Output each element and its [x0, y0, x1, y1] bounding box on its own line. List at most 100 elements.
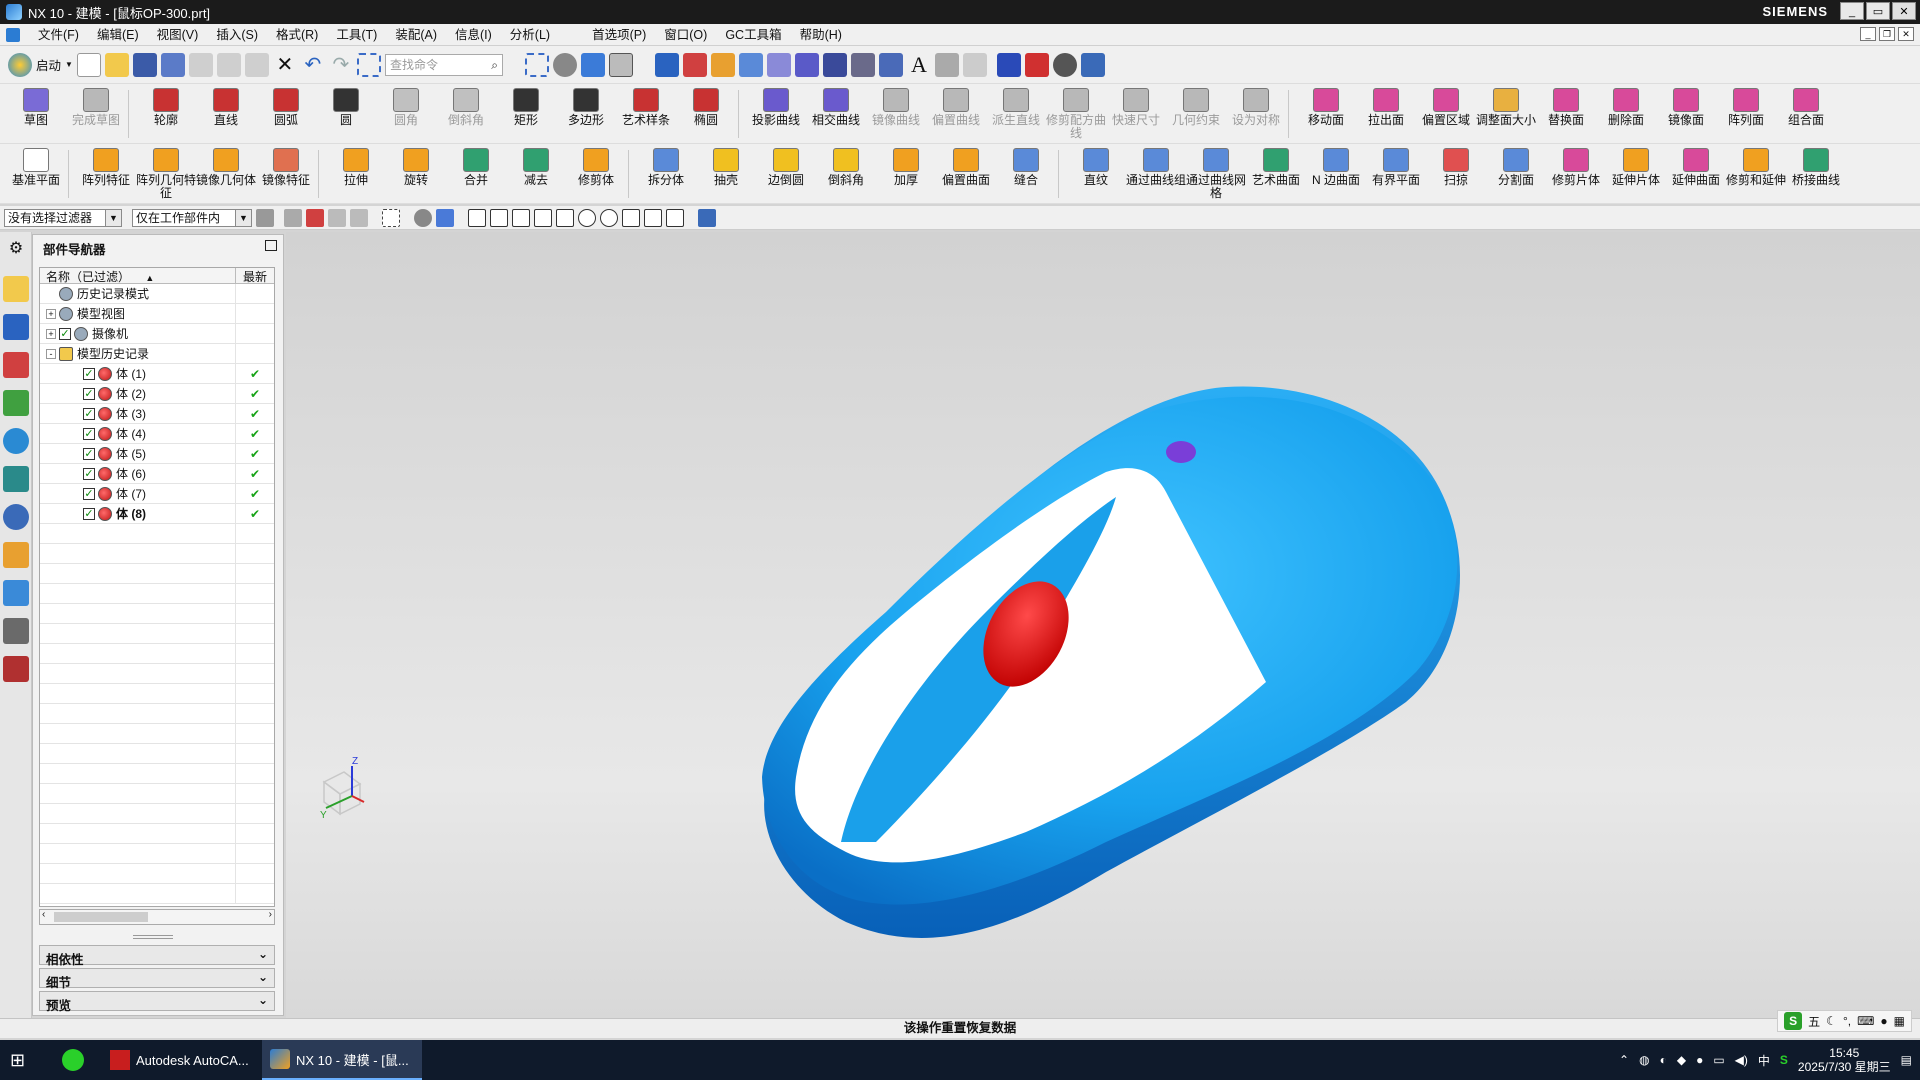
- select-visible-icon[interactable]: [414, 208, 432, 227]
- language-indicator[interactable]: 中: [1758, 1052, 1770, 1069]
- start-button[interactable]: 启动 ▼: [8, 52, 73, 77]
- history-icon[interactable]: [3, 504, 29, 530]
- ribbon-button-12[interactable]: 投影曲线: [746, 86, 806, 142]
- ribbon-button-26[interactable]: 延伸片体: [1606, 146, 1666, 202]
- tree-row[interactable]: 历史记录模式: [40, 283, 274, 304]
- rectangle-select-icon[interactable]: [382, 208, 400, 227]
- tree-row[interactable]: ✓ 体 (4) ✔: [40, 423, 274, 444]
- menu-help[interactable]: 帮助(H): [791, 24, 851, 46]
- ribbon-button-0[interactable]: 基准平面: [6, 146, 66, 202]
- visibility-checkbox[interactable]: ✓: [83, 487, 95, 500]
- tube-icon[interactable]: [878, 52, 903, 77]
- save-icon[interactable]: [132, 52, 157, 77]
- system-materials-icon[interactable]: [3, 542, 29, 568]
- visibility-checkbox[interactable]: ✓: [83, 447, 95, 460]
- ribbon-button-2[interactable]: 阵列几何特征: [136, 146, 196, 202]
- measure-icon[interactable]: [738, 52, 763, 77]
- redo-icon[interactable]: ↷: [329, 53, 353, 77]
- roles-icon[interactable]: [3, 580, 29, 606]
- ribbon-button-8[interactable]: 减去: [506, 146, 566, 202]
- ribbon-button-4[interactable]: 镜像特征: [256, 146, 316, 202]
- ribbon-button-25[interactable]: 修剪片体: [1546, 146, 1606, 202]
- column-latest-header[interactable]: 最新: [236, 268, 274, 284]
- ribbon-button-5[interactable]: 圆: [316, 86, 376, 142]
- ribbon-button-28[interactable]: 修剪和延伸: [1726, 146, 1786, 202]
- menu-gc-toolkit[interactable]: GC工具箱: [716, 24, 790, 46]
- draft-analysis-icon[interactable]: [996, 52, 1021, 77]
- select-curve-icon[interactable]: [306, 208, 324, 227]
- ribbon-button-4[interactable]: 圆弧: [256, 86, 316, 142]
- snap-settings-icon[interactable]: [698, 208, 716, 227]
- ribbon-button-24[interactable]: 分割面: [1486, 146, 1546, 202]
- snap-quadrant-icon[interactable]: [600, 208, 618, 227]
- selection-scope-select[interactable]: 仅在工作部件内 ▼: [132, 208, 252, 227]
- snap-on-curve-icon[interactable]: [644, 208, 662, 227]
- save-as-icon[interactable]: [160, 52, 185, 77]
- splitter-handle[interactable]: [133, 935, 173, 939]
- layer-icon[interactable]: [710, 52, 735, 77]
- ribbon-button-7[interactable]: 合并: [446, 146, 506, 202]
- ribbon-button-9[interactable]: 多边形: [556, 86, 616, 142]
- ribbon-button-16[interactable]: 派生直线: [986, 86, 1046, 142]
- ribbon-button-10[interactable]: 拆分体: [636, 146, 696, 202]
- visibility-checkbox[interactable]: ✓: [83, 467, 95, 480]
- ribbon-button-23[interactable]: 偏置区域: [1416, 86, 1476, 142]
- visibility-checkbox[interactable]: ✓: [83, 387, 95, 400]
- tree-horizontal-scrollbar[interactable]: ‹ ›: [39, 909, 275, 925]
- ribbon-button-0[interactable]: 草图: [6, 86, 66, 142]
- punctuation-icon[interactable]: °,: [1843, 1014, 1851, 1028]
- visibility-checkbox[interactable]: ✓: [83, 407, 95, 420]
- ribbon-button-27[interactable]: 镜像面: [1656, 86, 1716, 142]
- ribbon-button-24[interactable]: 调整面大小: [1476, 86, 1536, 142]
- grid-icon[interactable]: ▦: [1894, 1014, 1905, 1028]
- ribbon-button-22[interactable]: 拉出面: [1356, 86, 1416, 142]
- column-name-header[interactable]: 名称（已过滤） ▲: [40, 268, 236, 284]
- table-icon[interactable]: [934, 52, 959, 77]
- ribbon-button-26[interactable]: 删除面: [1596, 86, 1656, 142]
- ribbon-button-29[interactable]: 桥接曲线: [1786, 146, 1846, 202]
- ribbon-button-20[interactable]: 设为对称: [1226, 86, 1286, 142]
- render-style-icon[interactable]: [552, 52, 577, 77]
- tree-row[interactable]: ✓ 体 (6) ✔: [40, 463, 274, 484]
- menu-file[interactable]: 文件(F): [29, 24, 88, 46]
- ime-mode[interactable]: 五: [1808, 1013, 1820, 1030]
- start-menu-button[interactable]: ⊞: [10, 1040, 40, 1080]
- copy-icon[interactable]: [216, 52, 241, 77]
- tree-row[interactable]: ✓ 体 (2) ✔: [40, 383, 274, 404]
- ribbon-button-9[interactable]: 修剪体: [566, 146, 626, 202]
- transform-icon[interactable]: [794, 52, 819, 77]
- menu-assemblies[interactable]: 装配(A): [386, 24, 446, 46]
- wechat-tray-icon[interactable]: ●: [1696, 1053, 1703, 1067]
- part-navigator-icon[interactable]: [3, 352, 29, 378]
- menu-format[interactable]: 格式(R): [267, 24, 327, 46]
- ribbon-button-17[interactable]: 修剪配方曲线: [1046, 86, 1106, 142]
- ribbon-button-28[interactable]: 阵列面: [1716, 86, 1776, 142]
- command-search-input[interactable]: 查找命令 ⌕: [384, 53, 503, 76]
- menu-insert[interactable]: 插入(S): [207, 24, 267, 46]
- manufacturing-wizard-icon[interactable]: [3, 618, 29, 644]
- menu-information[interactable]: 信息(I): [446, 24, 501, 46]
- visibility-checkbox[interactable]: ✓: [83, 507, 95, 520]
- top-purple-button[interactable]: [1166, 441, 1196, 463]
- tree-row[interactable]: ✓ 体 (8) ✔: [40, 503, 274, 524]
- undo-icon[interactable]: ↶: [301, 53, 325, 77]
- cut-icon[interactable]: [188, 52, 213, 77]
- reuse-library-icon[interactable]: [3, 390, 29, 416]
- process-studio-icon[interactable]: [3, 466, 29, 492]
- ribbon-button-18[interactable]: 通过曲线组: [1126, 146, 1186, 202]
- ribbon-button-16[interactable]: 缝合: [996, 146, 1056, 202]
- ime-toolbar[interactable]: S 五 ☾ °, ⌨ ● ▦: [1777, 1010, 1912, 1032]
- expand-toggle-icon[interactable]: +: [46, 308, 56, 319]
- select-body-icon[interactable]: [350, 208, 368, 227]
- menu-tools[interactable]: 工具(T): [327, 24, 386, 46]
- moon-icon[interactable]: ☾: [1826, 1014, 1837, 1028]
- ribbon-button-19[interactable]: 几何约束: [1166, 86, 1226, 142]
- text-icon[interactable]: A: [907, 52, 931, 77]
- doc-close-button[interactable]: ✕: [1898, 27, 1914, 41]
- details-panel[interactable]: 细节 ⌄: [39, 968, 275, 990]
- fit-view-icon[interactable]: [524, 52, 549, 77]
- menu-preferences[interactable]: 首选项(P): [583, 24, 655, 46]
- snap-midpoint-icon[interactable]: [512, 208, 530, 227]
- paste-icon[interactable]: [244, 52, 269, 77]
- dimension-icon[interactable]: [1080, 52, 1105, 77]
